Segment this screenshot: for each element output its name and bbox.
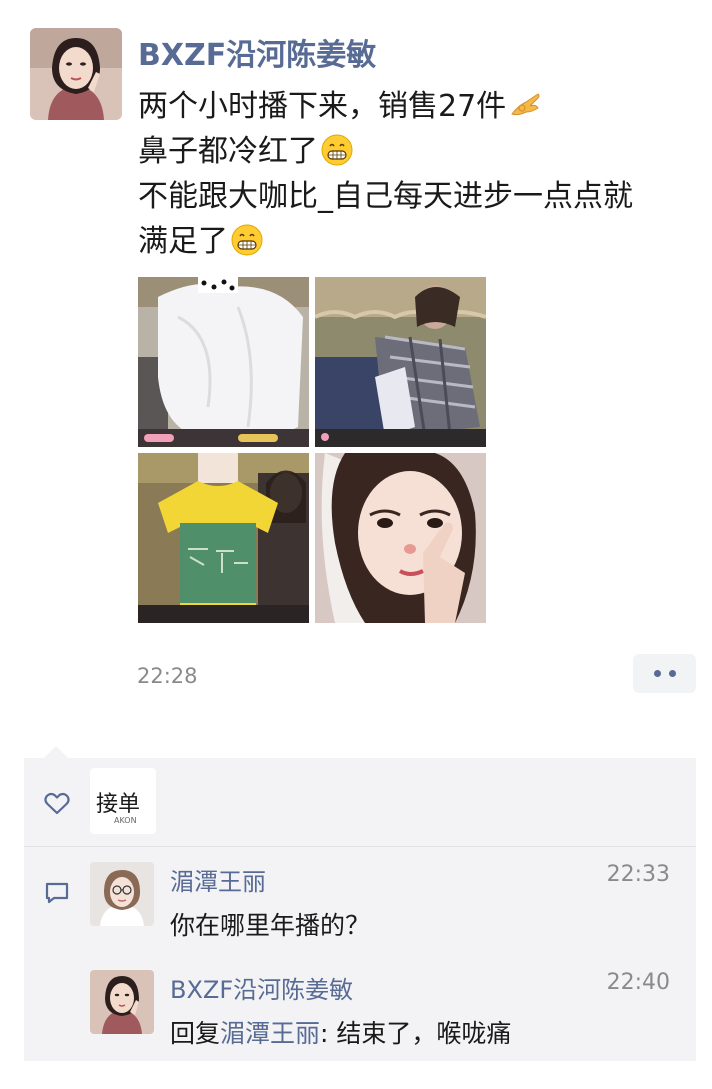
panel-caret — [44, 746, 68, 758]
photo-selfie[interactable] — [315, 453, 486, 623]
post-text-line: 鼻子都冷红了 — [138, 129, 698, 174]
grin-emoji — [231, 224, 263, 256]
photo-grid — [138, 277, 486, 623]
divider — [24, 846, 696, 847]
photo-white-fabric[interactable] — [138, 277, 309, 447]
reply-prefix: 回复 — [170, 1019, 221, 1048]
reply-body: : 结束了，喉咙痛 — [320, 1019, 512, 1048]
comment-text: 你在哪里年播的？ — [170, 911, 371, 940]
heart-icon — [44, 792, 70, 815]
post-text-line: 满足了 — [138, 219, 698, 264]
comment-time: 22:33 — [606, 862, 670, 887]
post-line-4: 满足了 — [138, 224, 228, 259]
post-line-1: 两个小时播下来，销售27件 — [138, 89, 507, 124]
more-actions-button[interactable] — [633, 654, 696, 693]
post-line-2: 鼻子都冷红了 — [138, 134, 318, 169]
commenter-avatar[interactable] — [90, 970, 154, 1034]
post-text: 两个小时播下来，销售27件 鼻子都冷红了 不能跟大咖比_自己每天进步一点点就 满… — [138, 84, 698, 264]
liker-avatar-mark: AKON — [114, 816, 137, 825]
post-line-3: 不能跟大咖比_自己每天进步一点点就 — [138, 179, 633, 214]
reply-to-name[interactable]: 湄潭王丽 — [220, 1019, 320, 1048]
post-author-name[interactable]: BXZF沿河陈姜敏 — [138, 30, 376, 74]
comment-time: 22:40 — [606, 970, 670, 995]
post-text-line: 两个小时播下来，销售27件 — [138, 84, 698, 129]
commenter-name[interactable]: 湄潭王丽 — [170, 862, 266, 897]
post-text-line: 不能跟大咖比_自己每天进步一点点就 — [138, 174, 698, 219]
post-timestamp: 22:28 — [137, 664, 198, 688]
interaction-panel: 接单 AKON 湄潭王丽 22:33 你在哪里年播的？ BXZF沿河陈姜敏 22… — [24, 758, 696, 1061]
dot-icon — [668, 670, 676, 677]
liker-avatar-text: 接单 — [96, 792, 141, 817]
author-avatar[interactable] — [30, 28, 122, 120]
ok-hand-emoji — [511, 93, 540, 116]
commenter-name[interactable]: BXZF沿河陈姜敏 — [170, 970, 353, 1005]
comment-icon — [45, 882, 69, 904]
photo-livestream-shirt[interactable] — [315, 277, 486, 447]
photo-yellow-tshirt[interactable] — [138, 453, 309, 623]
commenter-avatar[interactable] — [90, 862, 154, 926]
dot-icon — [653, 670, 661, 677]
grin-emoji — [321, 134, 353, 166]
liker-avatar[interactable]: 接单 AKON — [90, 768, 156, 834]
likes-row: 接单 AKON — [24, 758, 696, 846]
comment-text: 回复湄潭王丽: 结束了，喉咙痛 — [170, 1014, 511, 1050]
